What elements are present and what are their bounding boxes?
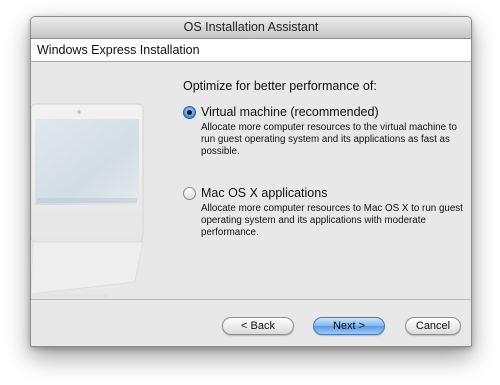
section-header: Windows Express Installation xyxy=(31,39,471,62)
radio-mac-os-x[interactable] xyxy=(183,187,196,200)
performance-prompt: Optimize for better performance of: xyxy=(183,79,377,93)
cancel-button[interactable]: Cancel xyxy=(405,317,461,335)
window-title: OS Installation Assistant xyxy=(31,17,471,39)
next-button[interactable]: Next > xyxy=(313,317,385,335)
back-button[interactable]: < Back xyxy=(222,317,294,335)
content-area: Optimize for better performance of: Virt… xyxy=(31,62,471,320)
installer-window: OS Installation Assistant Windows Expres… xyxy=(30,16,472,347)
option-label[interactable]: Virtual machine (recommended) xyxy=(201,105,379,119)
option-description: Allocate more computer resources to the … xyxy=(201,122,457,157)
button-bar: < Back Next > Cancel xyxy=(31,299,471,346)
radio-virtual-machine[interactable] xyxy=(183,106,196,119)
imac-illustration xyxy=(31,103,144,298)
option-description: Allocate more computer resources to Mac … xyxy=(201,203,463,238)
option-label[interactable]: Mac OS X applications xyxy=(201,186,327,200)
